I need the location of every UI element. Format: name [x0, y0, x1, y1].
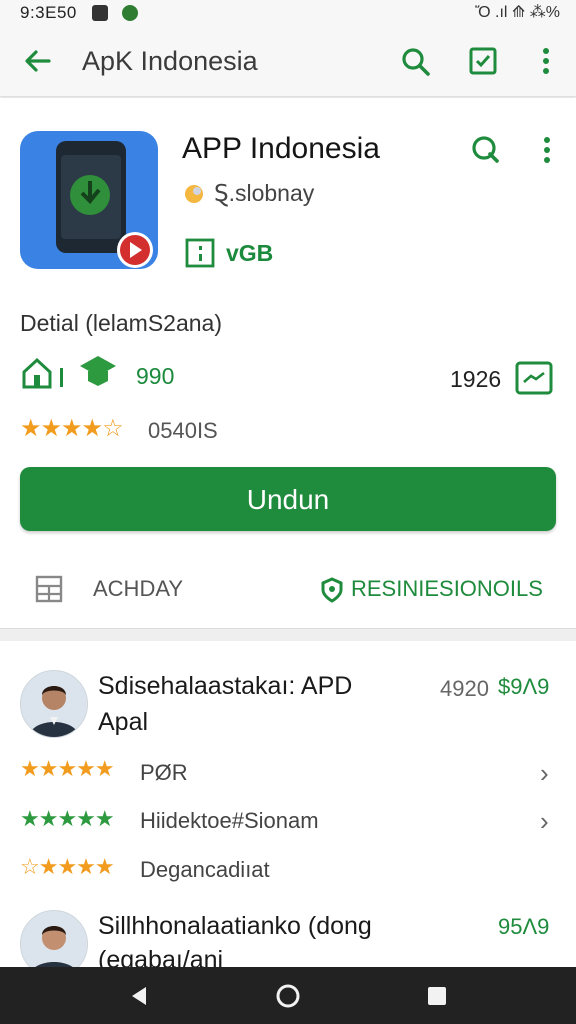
grid-icon[interactable]	[34, 574, 64, 604]
developer-icon	[185, 185, 203, 203]
home-button-icon[interactable]	[275, 983, 301, 1009]
app-detail-text: Detial (lelamS2ana)	[20, 310, 222, 336]
size-value: 1926	[450, 366, 502, 392]
status-icons: Ὄ .ıl ⟰ ⁂%	[475, 4, 560, 21]
whatsapp-icon	[122, 5, 138, 21]
rating-stars-row: ☆★★★★	[20, 854, 115, 879]
phone-download-icon	[56, 141, 153, 268]
award-icon	[80, 356, 116, 386]
person-icon	[29, 686, 79, 737]
developer-name[interactable]: Ȿ.slobnay	[214, 180, 314, 207]
install-button[interactable]: Undun	[20, 467, 556, 531]
tab-archive[interactable]: ACHDAY	[93, 576, 183, 602]
app-icon	[20, 131, 158, 269]
home-icon	[22, 357, 63, 389]
review-price: $9Λ9	[498, 674, 550, 699]
page-title: ApK Indonesia	[82, 46, 258, 76]
notification-icon	[92, 5, 108, 21]
rating-stars-row: ★★★★★	[20, 806, 115, 831]
list-item[interactable]: Hiidektoe#Sionam	[140, 808, 319, 834]
chevron-right-icon[interactable]: ›	[540, 806, 549, 837]
recents-icon[interactable]	[426, 985, 448, 1007]
rating-stars: ★★★★☆	[20, 415, 124, 442]
list-item[interactable]: Degancadiıat	[140, 857, 270, 883]
navigation-bar	[0, 967, 576, 1024]
downloads-count: 990	[136, 363, 175, 389]
back-icon[interactable]	[128, 985, 150, 1007]
section-divider	[0, 628, 576, 641]
app-name: APP Indonesia	[182, 132, 380, 165]
checkbox-icon[interactable]	[468, 46, 498, 76]
shield-icon	[321, 577, 343, 603]
chevron-right-icon[interactable]: ›	[540, 758, 549, 789]
app-bar: ApK Indonesia	[0, 26, 576, 97]
chart-icon[interactable]	[514, 360, 554, 396]
review-subtitle: Apal	[98, 708, 149, 736]
list-item[interactable]: PØR	[140, 760, 188, 786]
search-icon[interactable]	[400, 46, 432, 78]
avatar[interactable]	[20, 670, 88, 738]
search-app-icon[interactable]	[470, 134, 502, 166]
status-bar: 9:3Ε50 Ὄ .ıl ⟰ ⁂%	[0, 0, 576, 26]
review-price: 95Λ9	[498, 914, 550, 939]
review-title: Sillhhonalaatianko (dong	[98, 912, 372, 940]
tab-permissions[interactable]: RESINIESIONOILS	[351, 576, 543, 602]
content-rating-icon	[185, 238, 215, 268]
content-rating-badge: ᴠGB	[226, 240, 274, 266]
back-arrow-icon[interactable]	[22, 46, 52, 76]
more-options-icon[interactable]	[538, 46, 554, 76]
rating-count: 0540IS	[148, 418, 218, 443]
review-meta: 4920	[440, 676, 489, 701]
status-time: 9:3Ε50	[20, 3, 77, 22]
rating-stars-row: ★★★★★	[20, 756, 115, 781]
app-more-icon[interactable]	[540, 135, 554, 165]
review-title: Sdisehalaastakaı: APD	[98, 672, 353, 700]
